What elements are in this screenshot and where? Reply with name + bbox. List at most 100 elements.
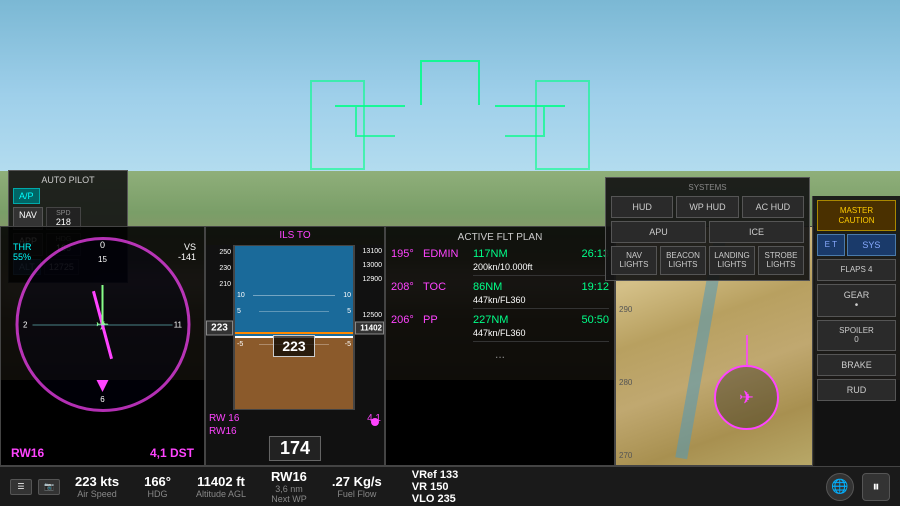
flaps-button[interactable]: FLAPS 4: [817, 259, 896, 281]
flt-speed-3: 447kn/FL360: [473, 328, 609, 342]
systems-title: SYSTEMS: [611, 183, 804, 192]
ils-bottom-row: RW 16 4,1: [209, 413, 381, 424]
compass-15: 15: [98, 255, 107, 264]
ils-title: ILS TO: [206, 227, 384, 244]
sys-button[interactable]: SYS: [847, 234, 896, 256]
spd-label: SPD: [51, 210, 76, 217]
right-side-panel: MASTERCAUTION E T SYS FLAPS 4 GEAR• SPOI…: [812, 196, 900, 466]
et-button[interactable]: E T: [817, 234, 845, 256]
airspeed-value: 223 kts: [75, 474, 119, 489]
wp-hud-button[interactable]: WP HUD: [676, 196, 738, 218]
flt-wp-1: EDMIN: [423, 248, 473, 260]
hud-far-left-rect: [310, 80, 365, 170]
map-scale-270: 270: [619, 451, 632, 460]
bottom-right-icons: 🌐 ⏸: [826, 473, 890, 501]
vr-value: VR 150: [412, 481, 449, 493]
airspeed-stat: 223 kts Air Speed: [75, 474, 119, 499]
adi-scale-line-top: [253, 295, 336, 296]
flt-dist-3: 227NM: [473, 314, 581, 326]
brake-button[interactable]: BRAKE: [817, 354, 896, 376]
menu-icon[interactable]: ☰: [10, 479, 32, 495]
ils-rw-label: RW 16: [209, 413, 239, 424]
adi-center: 223: [234, 335, 354, 357]
ils-bottom: RW 16 4,1 RW16 174: [206, 410, 384, 465]
adi-instrument: 10 5 -5 10 5 -5: [234, 245, 354, 410]
flt-speed-2: 447kn/FL360: [473, 295, 609, 309]
vref-stat: VRef 133 VR 150 VLO 235: [412, 469, 458, 505]
speed-tape: 250 230 210 223 190: [206, 245, 234, 410]
pause-icon[interactable]: ⏸: [862, 473, 890, 501]
landing-lights-button[interactable]: LANDINGLIGHTS: [709, 246, 755, 275]
flt-time-3: 50:50: [581, 314, 609, 326]
compass-e: 11: [174, 320, 182, 329]
menu-icon-symbol: ☰: [17, 482, 24, 491]
spoiler-button[interactable]: SPOILER0: [817, 320, 896, 351]
adi-panel: ILS TO 250 230 210 223 190 10 5 -5 10 5 …: [205, 226, 385, 466]
adi-center-box: 223: [273, 335, 314, 357]
flt-plan-row-3: 206° PP 227NM 50:50: [391, 314, 609, 326]
nav-lights-button[interactable]: NAVLIGHTS: [611, 246, 657, 275]
altitude-label: Altitude AGL: [196, 489, 246, 499]
ap-row-1: A/P: [13, 188, 123, 204]
flt-deg-3: 206°: [391, 314, 423, 326]
compass-n: 0: [100, 240, 105, 250]
adi-deg-10: 10: [237, 292, 245, 299]
spd-250: 250: [206, 245, 233, 261]
map-scale-290: 290: [619, 305, 632, 314]
hdg-bottom-value: 166°: [144, 474, 171, 489]
adi-scale-line-2: [259, 311, 330, 312]
systems-row-2: APU ICE: [611, 221, 804, 243]
nextwp-stat: RW16 3,6 nm Next WP: [271, 469, 307, 504]
adi-deg-r5: 5: [347, 308, 351, 315]
alt-tape: 13100 13000 12900 11402 12500 12000: [354, 245, 384, 410]
et-sys-row: E T SYS: [817, 234, 896, 256]
master-caution-button[interactable]: MASTERCAUTION: [817, 200, 896, 231]
spd-230: 230: [206, 261, 233, 277]
flt-deg-1: 195°: [391, 248, 423, 260]
rud-button[interactable]: RUD: [817, 379, 896, 401]
flt-wp-2: TOC: [423, 281, 473, 293]
flt-plan-row-1: 195° EDMIN 117NM 26:13: [391, 248, 609, 260]
map-scale-280: 280: [619, 378, 632, 387]
fuel-label: Fuel Flow: [337, 489, 376, 499]
systems-panel: SYSTEMS HUD WP HUD AC HUD APU ICE NAVLIG…: [605, 177, 810, 281]
adi-deg-5: 5: [237, 308, 241, 315]
flt-deg-2: 208°: [391, 281, 423, 293]
bottom-stats: 223 kts Air Speed 166° HDG 11402 ft Alti…: [75, 469, 826, 505]
pause-symbol: ⏸: [873, 478, 880, 495]
globe-icon[interactable]: 🌐: [826, 473, 854, 501]
aircraft-triangle: [97, 380, 109, 392]
beacon-lights-button[interactable]: BEACONLIGHTS: [660, 246, 706, 275]
hsi-bottom: RW16 4,1 DST: [1, 446, 204, 460]
ice-button[interactable]: ICE: [709, 221, 804, 243]
compass-rose: 0 15 11 6 2 ✈: [15, 237, 190, 412]
flt-dist-1: 117NM: [473, 248, 581, 260]
hud-far-right-rect: [535, 80, 590, 170]
vref-value: VRef 133: [412, 469, 458, 481]
compass-s: 6: [100, 395, 104, 404]
adi-sky: [235, 246, 353, 336]
airspeed-label: Air Speed: [77, 489, 117, 499]
hdg-stat: 166° HDG: [144, 474, 171, 499]
nextwp-value: RW16: [271, 469, 307, 484]
camera-icon[interactable]: 📷: [38, 479, 60, 495]
apu-button[interactable]: APU: [611, 221, 706, 243]
gear-button[interactable]: GEAR•: [817, 284, 896, 317]
hsi-rw-label: RW16: [11, 446, 44, 460]
hsi-panel: THR 55% VS -141 0 15 11 6 2 ✈: [0, 226, 205, 466]
ac-hud-button[interactable]: AC HUD: [742, 196, 804, 218]
fuel-stat: .27 Kg/s Fuel Flow: [332, 474, 382, 499]
flt-time-2: 19:12: [581, 281, 609, 293]
adi-deg-r10: 10: [343, 292, 351, 299]
hsi-dist-label: 4,1 DST: [150, 446, 194, 460]
hud-button[interactable]: HUD: [611, 196, 673, 218]
strobe-lights-button[interactable]: STROBELIGHTS: [758, 246, 804, 275]
glide-slope-dot: [371, 418, 379, 426]
ils-rw16-sub: RW16: [209, 426, 237, 437]
camera-icon-symbol: 📷: [44, 482, 54, 491]
flt-dist-2: 86NM: [473, 281, 581, 293]
ap-button[interactable]: A/P: [13, 188, 40, 204]
fuel-value: .27 Kg/s: [332, 474, 382, 489]
ils-hdg-display: 174: [269, 436, 321, 461]
alt-13000: 13000: [355, 259, 384, 273]
